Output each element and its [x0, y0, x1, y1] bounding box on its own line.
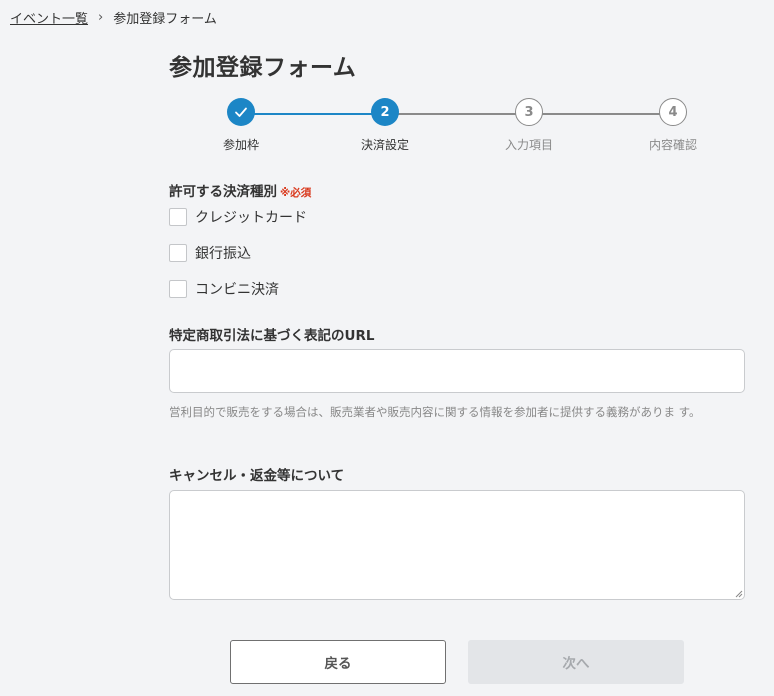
payment-option-bank-transfer[interactable]: 銀行振込	[169, 243, 251, 263]
checkbox-bank-transfer[interactable]	[169, 244, 187, 262]
cancel-policy-label: キャンセル・返金等について	[169, 468, 345, 484]
checkbox-label: コンビニ決済	[195, 282, 279, 298]
payment-option-credit-card[interactable]: クレジットカード	[169, 207, 307, 227]
breadcrumb-current: 参加登録フォーム	[113, 12, 217, 27]
payment-option-convenience-store[interactable]: コンビニ決済	[169, 279, 279, 299]
step-number: 3	[515, 98, 543, 126]
payment-types-label: 許可する決済種別 ※必須	[169, 180, 311, 200]
tokusho-url-help-text: 営利目的で販売をする場合は、販売業者や販売内容に関する情報を参加者に提供する義務…	[169, 405, 701, 419]
payment-types-label-text: 許可する決済種別	[169, 184, 277, 200]
page-title: 参加登録フォーム	[169, 55, 357, 81]
registration-form-page: イベント一覧 › 参加登録フォーム 参加登録フォーム 参加枠 2 決済設定 3 …	[0, 0, 774, 696]
tokusho-url-input[interactable]	[169, 349, 745, 393]
tokusho-url-label: 特定商取引法に基づく表記のURL	[169, 328, 375, 344]
step-label: 参加枠	[222, 138, 259, 152]
step-label: 内容確認	[648, 138, 697, 152]
next-button[interactable]: 次へ	[468, 640, 684, 684]
check-icon	[227, 98, 255, 126]
back-button[interactable]: 戻る	[230, 640, 446, 684]
breadcrumb-event-list-link[interactable]: イベント一覧	[10, 8, 88, 27]
resize-handle-icon[interactable]	[733, 588, 743, 598]
chevron-right-icon: ›	[98, 10, 104, 25]
progress-stepper: 参加枠 2 決済設定 3 入力項目 4 内容確認	[169, 98, 745, 158]
required-badge: ※必須	[280, 187, 312, 199]
step-number: 4	[659, 98, 687, 126]
step-4: 4 内容確認	[623, 98, 723, 153]
step-label: 決済設定	[360, 138, 409, 152]
checkbox-credit-card[interactable]	[169, 208, 187, 226]
checkbox-label: クレジットカード	[195, 210, 307, 226]
checkbox-convenience-store[interactable]	[169, 280, 187, 298]
breadcrumb: イベント一覧 › 参加登録フォーム	[10, 8, 217, 27]
step-3: 3 入力項目	[479, 98, 579, 153]
step-1: 参加枠	[191, 98, 291, 153]
cancel-policy-textarea[interactable]	[169, 490, 745, 600]
step-number: 2	[371, 98, 399, 126]
step-2: 2 決済設定	[335, 98, 435, 153]
step-label: 入力項目	[504, 138, 553, 152]
checkbox-label: 銀行振込	[195, 246, 251, 262]
